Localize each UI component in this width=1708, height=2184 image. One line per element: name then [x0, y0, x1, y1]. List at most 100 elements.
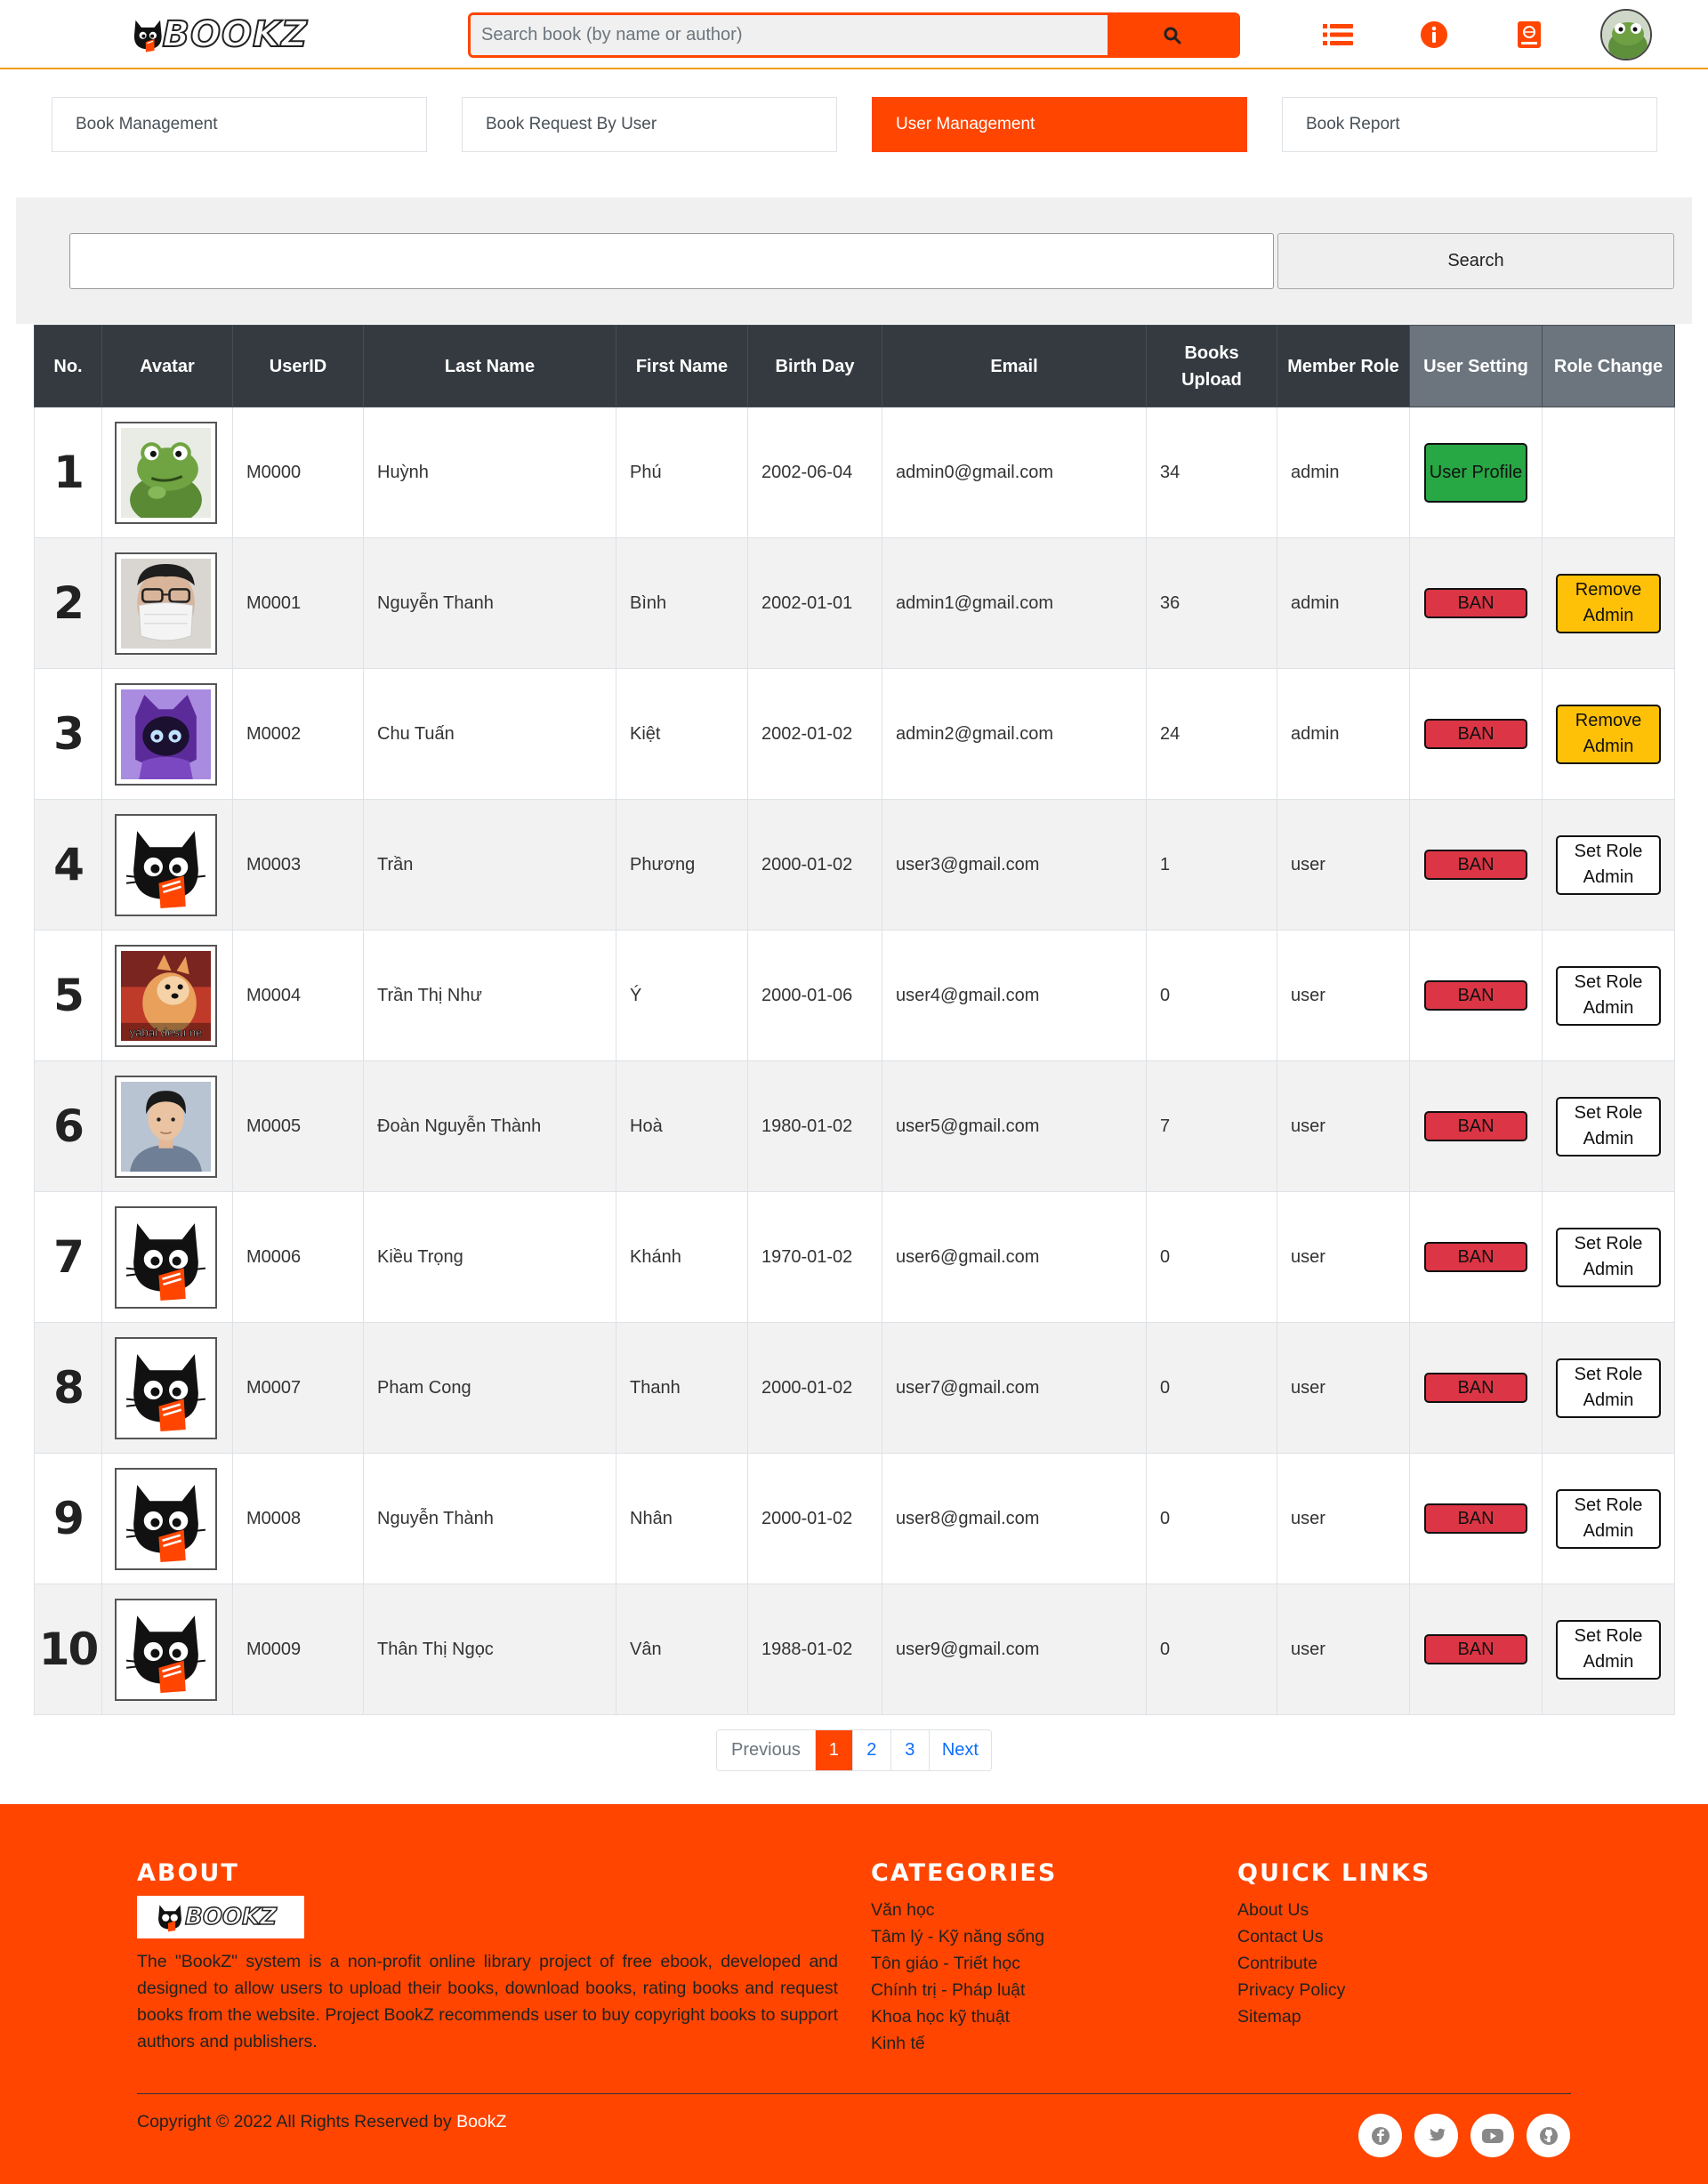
pagination-previous[interactable]: Previous	[717, 1730, 816, 1770]
last-name-cell: Chu Tuấn	[363, 668, 616, 800]
ban-button[interactable]: BAN	[1424, 1634, 1527, 1664]
footer-link-contribute[interactable]: Contribute	[1237, 1950, 1345, 1977]
set-role-admin-button[interactable]: Set Role Admin	[1556, 1619, 1661, 1680]
facebook-icon[interactable]	[1358, 2114, 1402, 2157]
user-avatar-image[interactable]	[115, 552, 217, 655]
svg-text:yabai desu ne: yabai desu ne	[130, 1025, 203, 1038]
tab-book-report[interactable]: Book Report	[1282, 97, 1657, 152]
user-search-input[interactable]	[69, 233, 1274, 289]
pagination-page-2[interactable]: 2	[852, 1730, 891, 1770]
ban-button[interactable]: BAN	[1424, 1373, 1527, 1403]
last-name-cell: Trần Thị Như	[363, 930, 616, 1061]
table-row: 5 yabai desu ne M0004 Trần Thị Như Ý 2000-01-…	[34, 930, 1675, 1061]
tab-book-management[interactable]: Book Management	[52, 97, 427, 152]
user-id-cell: M0005	[232, 1060, 364, 1192]
user-avatar-image[interactable]	[115, 421, 217, 524]
portrait-avatar-icon	[121, 1081, 211, 1172]
row-number: 2	[34, 537, 102, 669]
user-profile-button[interactable]: User Profile	[1424, 442, 1527, 503]
user-avatar-image[interactable]	[115, 1336, 217, 1439]
book-search-button[interactable]	[1108, 15, 1237, 55]
set-role-admin-button[interactable]: Set Role Admin	[1556, 834, 1661, 895]
user-avatar-image[interactable]	[115, 1205, 217, 1309]
footer-category-link[interactable]: Kinh tế	[871, 2030, 1044, 2057]
github-icon[interactable]	[1527, 2114, 1570, 2157]
last-name-cell: Nguyễn Thành	[363, 1453, 616, 1584]
user-setting-cell: BAN	[1409, 1322, 1543, 1454]
birthday-cell: 2002-01-01	[747, 537, 882, 669]
row-number: 5	[34, 930, 102, 1061]
footer-logo[interactable]: BOOKZ	[137, 1896, 304, 1938]
footer-link-contact[interactable]: Contact Us	[1237, 1923, 1345, 1950]
ban-button[interactable]: BAN	[1424, 1242, 1527, 1272]
footer-quick-links-list: About Us Contact Us Contribute Privacy P…	[1237, 1897, 1345, 2030]
table-header-row: No. Avatar UserID Last Name First Name B…	[34, 325, 1675, 407]
remove-admin-button[interactable]: Remove Admin	[1556, 573, 1661, 633]
avatar-cell	[101, 1060, 233, 1192]
user-avatar-image[interactable]	[115, 1075, 217, 1178]
birthday-cell: 2000-01-02	[747, 1322, 882, 1454]
youtube-icon[interactable]	[1470, 2114, 1514, 2157]
bookz-cat-avatar-icon	[121, 1342, 211, 1433]
ban-button[interactable]: BAN	[1424, 719, 1527, 749]
pagination-next[interactable]: Next	[929, 1730, 991, 1770]
footer-category-link[interactable]: Chính trị - Pháp luật	[871, 1977, 1044, 2003]
footer-quick-links-heading: QUICK LINKS	[1237, 1859, 1431, 1887]
user-setting-cell: BAN	[1409, 1060, 1543, 1192]
remove-admin-button[interactable]: Remove Admin	[1556, 704, 1661, 764]
logo-text: BOOKZ	[162, 13, 308, 56]
book-search-bar	[468, 12, 1240, 58]
set-role-admin-button[interactable]: Set Role Admin	[1556, 1488, 1661, 1549]
avatar-cell	[101, 1191, 233, 1323]
user-avatar[interactable]	[1600, 9, 1652, 60]
email-cell: user8@gmail.com	[882, 1453, 1147, 1584]
user-avatar-image[interactable]	[115, 682, 217, 786]
tab-book-request[interactable]: Book Request By User	[462, 97, 837, 152]
info-icon[interactable]	[1417, 18, 1451, 52]
set-role-admin-button[interactable]: Set Role Admin	[1556, 1227, 1661, 1287]
footer-category-link[interactable]: Tôn giáo - Triết học	[871, 1950, 1044, 1977]
footer-divider	[137, 2093, 1571, 2094]
last-name-cell: Kiều Trọng	[363, 1191, 616, 1323]
footer-link-about[interactable]: About Us	[1237, 1897, 1345, 1923]
footer-category-link[interactable]: Văn học	[871, 1897, 1044, 1923]
pagination-page-3[interactable]: 3	[890, 1730, 930, 1770]
birthday-cell: 2002-01-02	[747, 668, 882, 800]
user-avatar-image[interactable]	[115, 1598, 217, 1701]
ban-button[interactable]: BAN	[1424, 588, 1527, 618]
footer-category-link[interactable]: Khoa học kỹ thuật	[871, 2003, 1044, 2030]
set-role-admin-button[interactable]: Set Role Admin	[1556, 1358, 1661, 1418]
footer-link-sitemap[interactable]: Sitemap	[1237, 2003, 1345, 2030]
footer-category-link[interactable]: Tâm lý - Kỹ năng sống	[871, 1923, 1044, 1950]
bookz-logo[interactable]: BOOKZ	[130, 11, 308, 59]
header-userid: UserID	[232, 325, 364, 407]
user-avatar-image[interactable]	[115, 1467, 217, 1570]
row-number: 7	[34, 1191, 102, 1323]
set-role-admin-button[interactable]: Set Role Admin	[1556, 965, 1661, 1026]
user-avatar-image[interactable]	[115, 813, 217, 916]
user-avatar-image[interactable]: yabai desu ne	[115, 944, 217, 1047]
pagination-page-1[interactable]: 1	[815, 1730, 853, 1770]
user-setting-cell: BAN	[1409, 537, 1543, 669]
footer-link-privacy[interactable]: Privacy Policy	[1237, 1977, 1345, 2003]
book-icon[interactable]	[1512, 18, 1546, 52]
list-icon[interactable]	[1321, 18, 1355, 52]
ban-button[interactable]: BAN	[1424, 850, 1527, 880]
user-search-button[interactable]: Search	[1277, 233, 1674, 289]
last-name-cell: Thân Thị Ngọc	[363, 1584, 616, 1715]
tab-user-management[interactable]: User Management	[872, 97, 1247, 152]
book-search-input[interactable]	[471, 15, 1108, 55]
frog-avatar-icon	[121, 427, 211, 518]
copyright-brand-link[interactable]: BookZ	[456, 2112, 506, 2132]
member-role-cell: admin	[1277, 537, 1410, 669]
table-row: 10 M0009 Thân Thị Ngọc Vân 1988-01-02 user9@g…	[34, 1584, 1675, 1715]
twitter-icon[interactable]	[1414, 2114, 1458, 2157]
ban-button[interactable]: BAN	[1424, 980, 1527, 1011]
footer-categories-list: Văn học Tâm lý - Kỹ năng sống Tôn giáo -…	[871, 1897, 1044, 2057]
set-role-admin-button[interactable]: Set Role Admin	[1556, 1096, 1661, 1156]
ban-button[interactable]: BAN	[1424, 1111, 1527, 1141]
table-row: 9 M0008 Nguyễn Thành Nhân 2000-01-02 user8@gm…	[34, 1453, 1675, 1584]
role-change-cell	[1542, 407, 1675, 538]
user-id-cell: M0001	[232, 537, 364, 669]
ban-button[interactable]: BAN	[1424, 1503, 1527, 1534]
